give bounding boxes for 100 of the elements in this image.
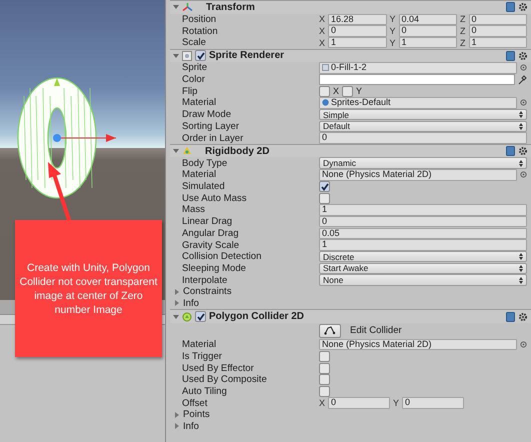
dropdown[interactable]: Simple [319,108,527,120]
settings-icon[interactable] [518,146,528,156]
polygon-edit-icon [324,326,336,336]
property-label: Order in Layer [182,132,244,144]
checkbox-label: X [333,86,340,96]
checkbox[interactable] [319,350,330,362]
object-picker-icon[interactable] [520,171,527,178]
dropdown-arrows-icon [519,276,523,284]
foldout-arrow-icon[interactable] [174,300,180,306]
checkbox[interactable] [319,192,330,204]
number-field[interactable]: 0.04 [398,14,457,26]
checkbox[interactable] [319,374,330,386]
number-field[interactable]: 0 [319,132,527,144]
property-label: Auto Tiling [182,386,228,397]
settings-icon[interactable] [518,50,528,61]
eyedropper-icon[interactable] [518,74,527,85]
object-field[interactable]: Sprites-Default [319,97,517,109]
axis-label: Y [390,26,396,36]
number-field[interactable]: 0 [468,25,527,37]
help-book-icon[interactable] [506,146,515,156]
foldout-label[interactable]: Constraints [183,286,232,298]
number-field[interactable]: 1 [319,239,527,251]
property-label: Collision Detection [182,251,262,262]
number-field[interactable]: 1 [398,36,457,48]
object-picker-icon[interactable] [520,99,527,106]
dropdown[interactable]: Discrete [319,250,527,262]
number-field[interactable]: 16.28 [328,14,386,26]
component-header[interactable]: Rigidbody 2D [170,144,531,158]
property-label: Draw Mode [182,109,232,120]
component-header[interactable]: Polygon Collider 2D [170,309,531,323]
annotation-note: Create with Unity, Polygon Collider not cover transparent image at center of Zero number Image [15,220,162,357]
object-field[interactable]: 0-Fill-1-2 [319,62,517,74]
component-header[interactable]: Sprite Renderer [170,48,531,62]
object-field[interactable]: None (Physics Material 2D) [319,338,517,350]
foldout-arrow-icon[interactable] [174,412,180,418]
object-picker-icon[interactable] [520,64,527,72]
foldout-arrow-icon[interactable] [173,314,179,320]
number-field[interactable]: 1 [319,204,527,216]
axis-label: Z [460,14,466,24]
foldout-label[interactable]: Points [183,409,210,420]
settings-icon[interactable] [518,2,528,12]
dropdown[interactable]: Start Awake [319,262,527,274]
foldout-arrow-icon[interactable] [173,148,179,154]
number-field[interactable]: 0 [398,25,457,37]
help-book-icon[interactable] [506,312,515,322]
settings-icon[interactable] [518,312,528,322]
foldout-arrow-icon[interactable] [174,423,180,430]
dropdown-arrows-icon [519,160,523,167]
property-label: Flip [182,86,198,97]
number-field[interactable]: 0 [328,397,390,409]
number-field[interactable]: 1 [328,36,386,48]
help-book-icon[interactable] [506,2,515,12]
object-picker-icon[interactable] [520,341,527,348]
dropdown-arrows-icon [519,264,523,272]
axis-label: X [319,398,326,408]
checkbox[interactable] [319,86,330,97]
component-title: Transform [206,2,256,13]
foldout-label[interactable]: Info [183,298,200,309]
property-label: Body Type [182,158,228,169]
property-label: Used By Effector [182,362,255,374]
dropdown[interactable]: Default [319,120,527,132]
foldout-arrow-icon[interactable] [173,4,179,10]
edit-collider-button[interactable] [319,324,341,338]
number-field[interactable]: 0 [468,14,527,26]
number-field[interactable]: 1 [468,36,527,48]
foldout-arrow-icon[interactable] [173,52,179,59]
property-label: Simulated [182,181,226,192]
checkbox[interactable] [319,181,330,192]
collider-icon [182,312,192,322]
foldout-label[interactable]: Info [183,420,200,432]
color-field[interactable] [319,74,515,86]
property-label: Color [182,74,206,86]
axis-label: Y [390,14,396,24]
checkbox[interactable] [319,362,330,374]
foldout-arrow-icon[interactable] [174,288,180,295]
checkbox[interactable] [342,86,354,97]
check-icon [196,52,204,60]
property-label: Linear Drag [182,216,234,228]
help-book-icon[interactable] [506,50,515,61]
number-field[interactable]: 0 [328,25,386,37]
axis-label: X [319,26,326,36]
button-label: Edit Collider [350,325,402,336]
checkbox[interactable] [195,311,206,322]
number-field[interactable]: 0.05 [319,228,527,240]
dropdown[interactable]: None [319,274,527,286]
object-field[interactable]: None (Physics Material 2D) [319,169,517,181]
image-icon [182,50,192,61]
checkbox[interactable] [195,50,206,62]
number-field[interactable]: 0 [402,397,464,409]
dropdown[interactable]: Dynamic [319,157,527,169]
axis-label: X [319,14,326,24]
rigidbody-icon [182,146,192,156]
property-label: Angular Drag [182,228,240,239]
property-label: Used By Composite [182,374,268,386]
property-label: Rotation [182,26,219,37]
sprite-icon [322,64,329,72]
property-label: Sleeping Mode [182,262,248,274]
number-field[interactable]: 0 [319,216,527,228]
checkbox[interactable] [319,386,330,397]
component-header[interactable]: Transform [170,0,531,14]
